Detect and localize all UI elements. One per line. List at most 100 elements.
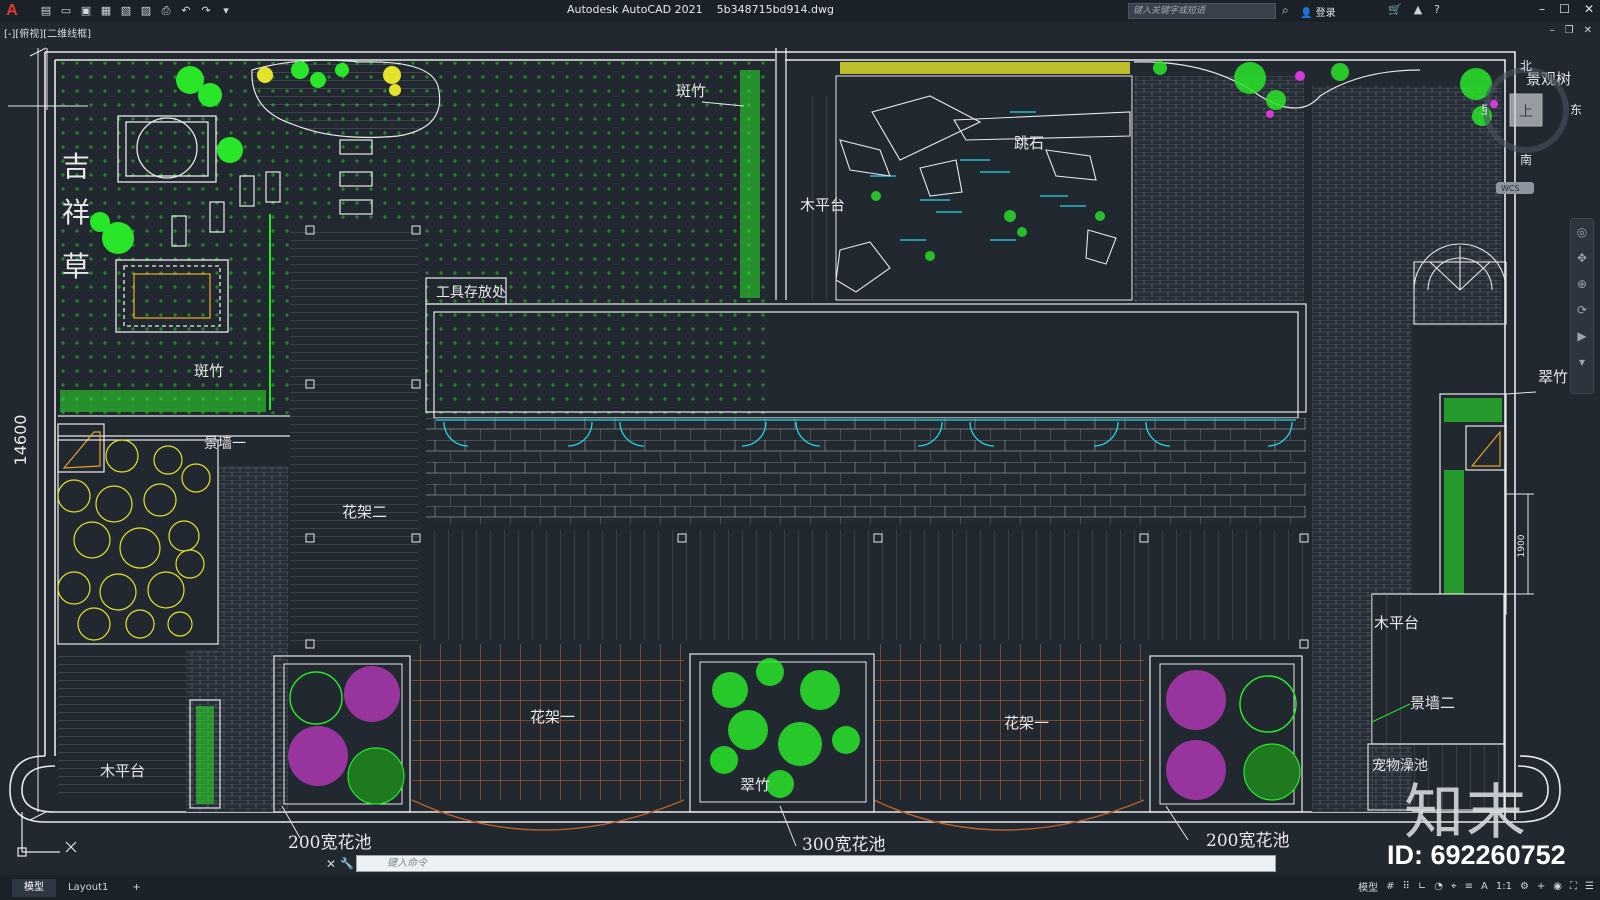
label-jixiangcao-1: 吉 (62, 150, 90, 183)
label-jixiangcao-2: 祥 (62, 196, 90, 229)
search-icon[interactable]: ⌕ (1282, 3, 1289, 18)
scale-value[interactable]: 1:1 (1496, 881, 1512, 892)
orbit-icon[interactable]: ⟳ (1571, 297, 1593, 323)
label-jixiangcao-3: 草 (62, 250, 90, 283)
yellow-hedge-top (840, 62, 1130, 74)
planter-left (273, 655, 411, 813)
label-mupingtai-left: 木平台 (100, 762, 145, 780)
label-mupingtai-right: 木平台 (1374, 614, 1419, 632)
grid-icon[interactable]: # (1386, 881, 1394, 892)
annotation-icon[interactable]: A (1481, 881, 1488, 892)
help-icon[interactable]: ? (1434, 3, 1440, 16)
close-command-line-icon[interactable]: ✕ (326, 857, 340, 871)
viewcube-west[interactable]: 西 (1482, 103, 1488, 117)
pergola-lower-slats (426, 530, 1306, 640)
close-icon[interactable]: ✕ (1584, 2, 1594, 16)
planter-right (1149, 655, 1303, 813)
top-right-icons: 🛒 ▲ ? (1388, 3, 1440, 16)
status-model-label[interactable]: 模型 (1358, 879, 1378, 894)
bamboo-right-strip-2 (1444, 470, 1464, 600)
watermark-id: ID: 692260752 (1387, 840, 1566, 870)
cart-icon[interactable]: 🛒 (1388, 3, 1402, 16)
isolate-icon[interactable]: ◉ (1553, 881, 1562, 892)
viewcube-south[interactable]: 南 (1520, 152, 1532, 167)
login-button[interactable]: 👤 登录 (1300, 4, 1336, 19)
save-as-icon[interactable]: ▦ (99, 4, 113, 18)
share-icon[interactable]: ▾ (219, 4, 233, 18)
drawing-minimize-icon[interactable]: – (1550, 25, 1555, 36)
planter-center (689, 653, 875, 813)
label-pool-200-right: 200宽花池 (1206, 831, 1289, 851)
publish-icon[interactable]: ▧ (119, 4, 133, 18)
command-input[interactable]: 键入命令 (356, 855, 1276, 872)
plot-icon[interactable]: ▨ (139, 4, 153, 18)
undo-icon[interactable]: ↶ (179, 4, 193, 18)
customization-menu-icon[interactable]: ☰ (1585, 881, 1594, 892)
snap-icon[interactable]: ⠿ (1403, 881, 1410, 892)
label-pool-300: 300宽花池 (802, 835, 885, 855)
drawing-close-icon[interactable]: ✕ (1584, 25, 1592, 36)
label-huajia-1-left: 花架一 (530, 708, 575, 726)
polar-icon[interactable]: ◔ (1434, 881, 1443, 892)
fullscreen-icon[interactable]: ⛶ (1570, 881, 1577, 892)
open-file-icon[interactable]: ▭ (59, 4, 73, 18)
tab-layout1[interactable]: Layout1 (56, 879, 120, 897)
app-name: Autodesk AutoCAD 2021 (567, 3, 703, 16)
label-tool-storage: 工具存放处 (436, 285, 506, 301)
label-huajia-1-right: 花架一 (1004, 714, 1049, 732)
customize-icon[interactable]: 🔧 (340, 857, 356, 870)
viewcube-north[interactable]: 北 (1520, 59, 1532, 73)
steering-wheel-icon[interactable]: ◎ (1571, 219, 1593, 245)
viewcube-top-face[interactable]: 上 (1519, 104, 1533, 120)
redo-icon[interactable]: ↷ (199, 4, 213, 18)
nav-menu-icon[interactable]: ▾ (1571, 349, 1593, 375)
exchange-icon[interactable]: ▲ (1414, 3, 1422, 16)
drawing-window-controls: – ❐ ✕ (1550, 25, 1592, 36)
command-line: ✕ 🔧 键入命令 (326, 854, 1276, 873)
label-pool-200-left: 200宽花池 (288, 833, 371, 853)
label-cuizhu-right: 翠竹 (1538, 368, 1568, 386)
viewcube-wcs[interactable]: WCS (1501, 184, 1520, 193)
quick-access-toolbar: ▤ ▭ ▣ ▦ ▧ ▨ ⎙ ↶ ↷ ▾ (39, 4, 233, 18)
window-title: Autodesk AutoCAD 2021 5b348715bd914.dwg (567, 3, 834, 16)
dimension-1900: 1900 (1517, 534, 1527, 557)
zoom-icon[interactable]: ⊕ (1571, 271, 1593, 297)
osnap-icon[interactable]: ⌖ (1451, 881, 1457, 892)
bamboo-bottom-edge (60, 390, 266, 412)
tab-model[interactable]: 模型 (12, 878, 56, 897)
new-file-icon[interactable]: ▤ (39, 4, 53, 18)
drawing-restore-icon[interactable]: ❐ (1565, 25, 1574, 36)
tab-add[interactable]: + (120, 879, 152, 897)
label-banzhu-top: 斑竹 (676, 82, 706, 100)
plus-icon[interactable]: + (1537, 881, 1545, 892)
file-name: 5b348715bd914.dwg (716, 3, 834, 16)
label-jingqiang-2: 景墙二 (1410, 694, 1455, 712)
pond-area (835, 75, 1133, 301)
pergola-2 (290, 225, 421, 649)
label-tiaoshi: 跳石 (1014, 134, 1044, 152)
viewcube-east[interactable]: 东 (1570, 103, 1582, 117)
bamboo-strip-lower-left (196, 706, 214, 804)
label-huajia-2: 花架二 (342, 503, 387, 521)
drawing-canvas[interactable]: 14600 吉 祥 草 斑竹 斑竹 花架二 景墙一 木平台 工具存放处 跳石 木… (0, 40, 1600, 872)
search-input[interactable]: 键入关键字或短语 (1128, 3, 1276, 19)
settings-icon[interactable]: ⚙ (1520, 881, 1529, 892)
label-banzhu-left: 斑竹 (194, 362, 224, 380)
minimize-icon[interactable]: – (1539, 2, 1545, 16)
viewcube[interactable]: 上 北 南 东 西 WCS (1482, 58, 1582, 208)
showmotion-icon[interactable]: ▶ (1571, 323, 1593, 349)
title-bar: A ▤ ▭ ▣ ▦ ▧ ▨ ⎙ ↶ ↷ ▾ Autodesk AutoCAD 2… (0, 0, 1600, 22)
status-bar: 模型 # ⠿ ∟ ◔ ⌖ ≡ A 1:1 ⚙ + ◉ ⛶ ☰ (1358, 879, 1594, 894)
label-mupingtai-top: 木平台 (800, 196, 845, 214)
autocad-logo-icon[interactable]: A (3, 2, 21, 20)
print-icon[interactable]: ⎙ (159, 4, 173, 18)
login-label: 登录 (1315, 8, 1336, 19)
watermark-brand: 知末 (1404, 778, 1528, 848)
ortho-icon[interactable]: ∟ (1418, 881, 1426, 892)
pan-icon[interactable]: ✥ (1571, 245, 1593, 271)
save-icon[interactable]: ▣ (79, 4, 93, 18)
viewport-label[interactable]: [-][俯视][二维线框] (4, 25, 91, 40)
label-cuizhu-bottom: 翠竹 (740, 776, 770, 794)
maximize-icon[interactable]: ☐ (1559, 2, 1570, 16)
lineweight-icon[interactable]: ≡ (1465, 881, 1473, 892)
